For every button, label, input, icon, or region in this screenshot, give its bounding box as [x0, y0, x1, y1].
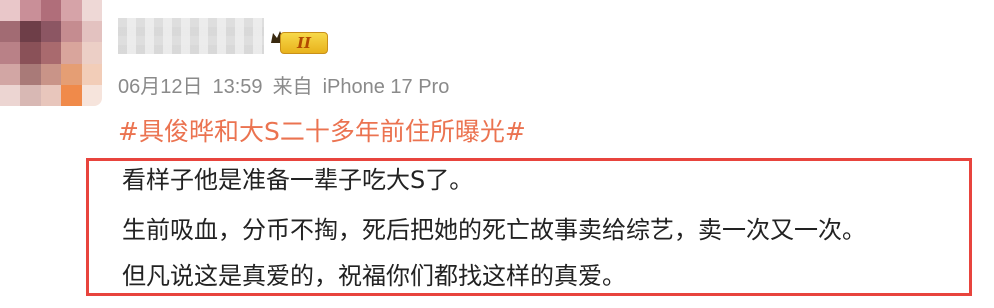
- username-blurred[interactable]: [118, 18, 264, 54]
- avatar[interactable]: [0, 0, 102, 106]
- comment-line-1: 看样子他是准备一辈子吃大S了。: [122, 166, 474, 194]
- post-meta: 06月12日 13:59 来自 iPhone 17 Pro: [118, 70, 459, 100]
- topic-hashtag[interactable]: #具俊晔和大S二十多年前住所曝光#: [118, 112, 526, 148]
- level-badge[interactable]: II: [270, 30, 328, 54]
- post-time: 13:59: [212, 76, 263, 98]
- source-prefix: 来自: [272, 76, 313, 98]
- comment-line-3: 但凡说这是真爱的，祝福你们都找这样的真爱。: [122, 262, 626, 290]
- post-date[interactable]: 06月12日: [118, 76, 203, 98]
- level-badge-label: II: [280, 32, 328, 54]
- source-device[interactable]: iPhone 17 Pro: [323, 76, 450, 98]
- comment-line-2: 生前吸血，分币不掏，死后把她的死亡故事卖给综艺，卖一次又一次。: [122, 216, 866, 244]
